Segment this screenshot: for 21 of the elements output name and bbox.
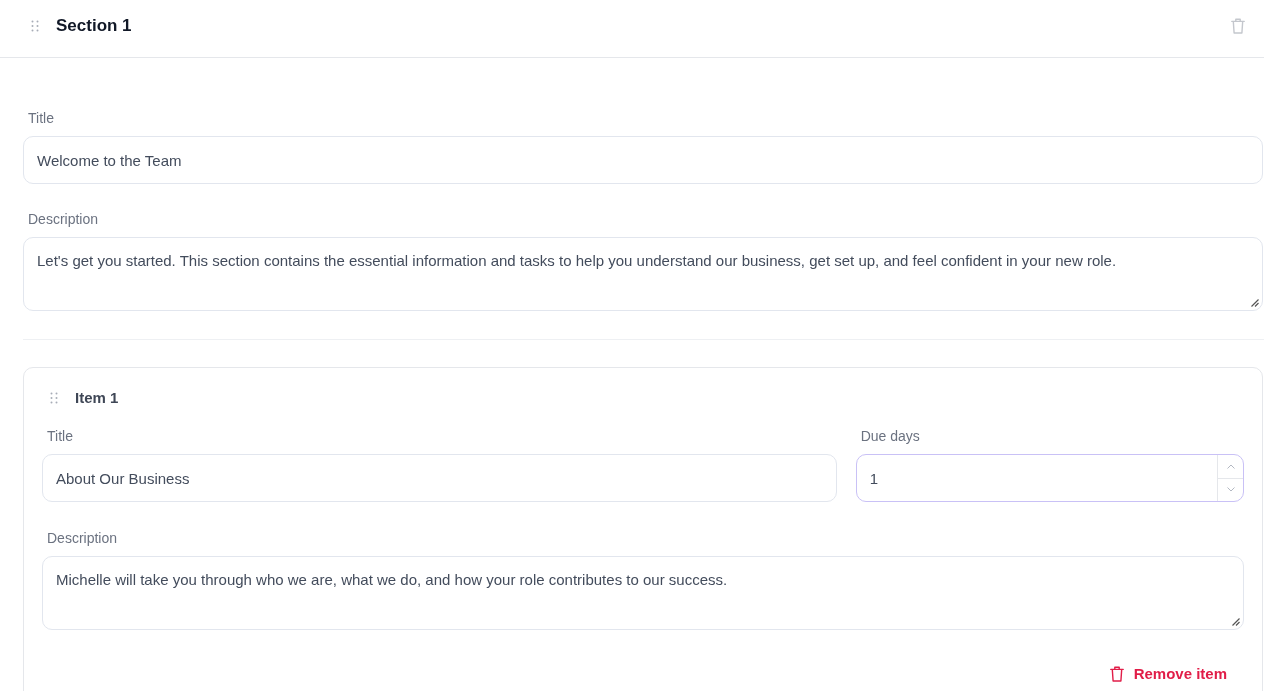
item-title: Item 1: [75, 388, 119, 408]
trash-icon[interactable]: [1231, 18, 1245, 34]
resize-grip-icon[interactable]: [1232, 618, 1240, 626]
text-input[interactable]: About Our Business: [42, 454, 837, 502]
field-label: Title: [46, 427, 74, 446]
trash-icon: [1109, 666, 1124, 682]
resize-grip-icon[interactable]: [1251, 299, 1259, 307]
remove-item-button[interactable]: Remove item: [1093, 656, 1244, 691]
section-title: Section 1: [56, 15, 132, 37]
chevron-up-icon: [1226, 463, 1235, 469]
field-label: Description: [46, 529, 119, 548]
text-input[interactable]: Welcome to the Team: [23, 136, 1263, 184]
description-textarea[interactable]: Let's get you started. This section contains the essential information and tasks to help you understand our business, get set up, and feel confident in your new role.: [23, 237, 1263, 311]
drag-handle-icon[interactable]: [50, 392, 58, 404]
field-label: Title: [27, 109, 55, 128]
field-label: Description: [27, 210, 100, 229]
number-input[interactable]: 1: [855, 454, 1244, 502]
chevron-down-icon: [1226, 487, 1235, 493]
field-label: Due days: [859, 427, 921, 446]
description-textarea[interactable]: Michelle will take you through who we are, what we do, and how your role contributes to our success.: [42, 556, 1244, 630]
drag-handle-icon[interactable]: [31, 20, 39, 32]
